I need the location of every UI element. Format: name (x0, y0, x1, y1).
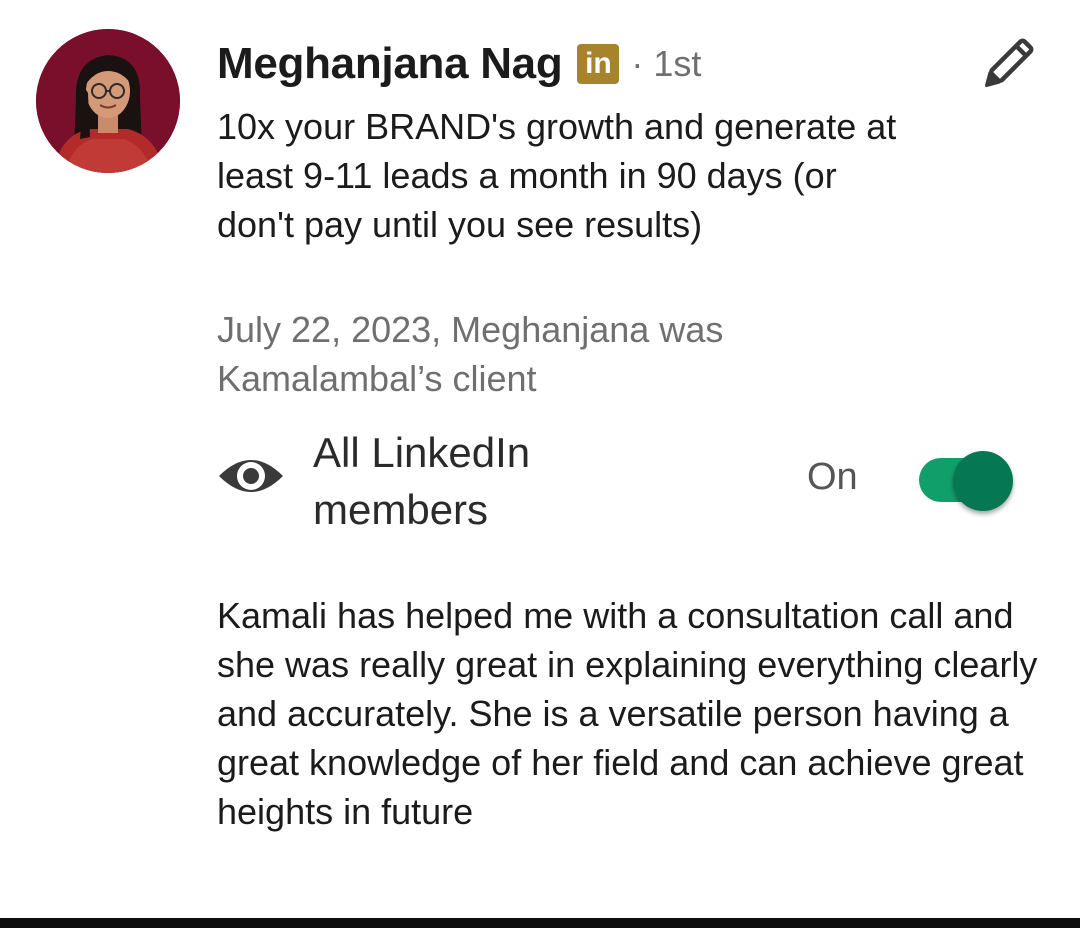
pencil-icon (984, 38, 1034, 88)
eye-icon (219, 460, 283, 492)
name-row: Meghanjana Nag in · 1st (217, 38, 701, 90)
recommender-name[interactable]: Meghanjana Nag (217, 39, 563, 89)
avatar-photo (36, 29, 180, 173)
linkedin-premium-badge-icon: in (577, 44, 620, 84)
connection-degree: · 1st (631, 43, 702, 84)
recommendation-text: Kamali has helped me with a consultation… (217, 595, 1038, 832)
edit-button[interactable] (972, 30, 1042, 100)
visibility-label: All LinkedIn members (313, 429, 531, 533)
bottom-divider (0, 918, 1080, 928)
visibility-toggle[interactable] (919, 451, 1019, 511)
recommendation-card: Meghanjana Nag in · 1st 10x your BRAND's… (0, 0, 1080, 918)
toggle-state-label: On (807, 456, 858, 498)
toggle-thumb[interactable] (953, 451, 1013, 511)
recommender-headline: 10x your BRAND's growth and generate at … (217, 106, 897, 245)
avatar[interactable] (36, 29, 180, 173)
visibility-setting: All LinkedIn members On (217, 424, 1037, 536)
relationship-info: July 22, 2023, Meghanjana was Kamalambal… (217, 309, 724, 399)
